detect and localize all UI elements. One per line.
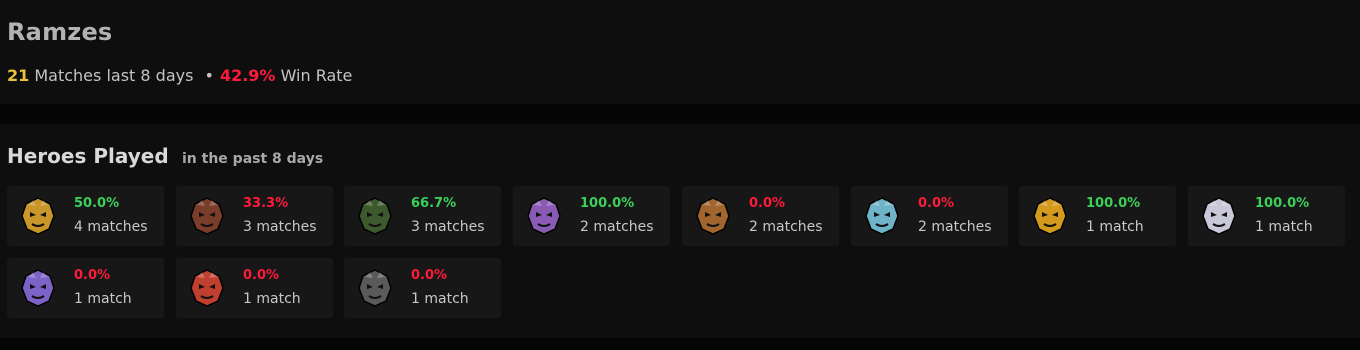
hero-match-count: 4 matches	[74, 219, 148, 235]
hero-card[interactable]: 0.0% 1 match	[176, 258, 333, 318]
hero-match-count: 3 matches	[243, 219, 317, 235]
hero-match-count: 2 matches	[580, 219, 654, 235]
win-rate-value: 42.9%	[219, 66, 276, 85]
hero-card[interactable]: 66.7% 3 matches	[344, 186, 501, 246]
hero-match-count: 1 match	[1086, 219, 1144, 235]
heroes-played-title: Heroes Played	[7, 144, 169, 168]
hero-portrait-bear-icon	[188, 196, 226, 236]
hero-card[interactable]: 0.0% 1 match	[344, 258, 501, 318]
section-divider	[0, 104, 1360, 124]
hero-match-count: 1 match	[74, 291, 132, 307]
player-summary: 21 Matches last 8 days • 42.9% Win Rate	[7, 66, 352, 85]
hero-win-rate: 100.0%	[580, 196, 635, 211]
bottom-divider	[0, 338, 1360, 350]
hero-portrait-purple-horned-icon	[19, 268, 57, 308]
heroes-played-subtitle: in the past 8 days	[182, 151, 324, 167]
hero-portrait-green-horned-icon	[356, 196, 394, 236]
hero-portrait-ice-blue-icon	[863, 196, 901, 236]
player-name[interactable]: Ramzes	[7, 18, 112, 46]
hero-portrait-silver-mask-icon	[1200, 196, 1238, 236]
hero-match-count: 2 matches	[918, 219, 992, 235]
hero-match-count: 2 matches	[749, 219, 823, 235]
hero-card[interactable]: 0.0% 2 matches	[851, 186, 1008, 246]
matches-label: Matches last 8 days	[34, 66, 194, 85]
hero-card[interactable]: 100.0% 1 match	[1188, 186, 1345, 246]
hero-win-rate: 0.0%	[918, 196, 955, 211]
hero-win-rate: 0.0%	[749, 196, 786, 211]
hero-card[interactable]: 0.0% 1 match	[7, 258, 164, 318]
hero-portrait-dark-armored-icon	[356, 268, 394, 308]
hero-match-count: 3 matches	[411, 219, 485, 235]
hero-win-rate: 0.0%	[243, 268, 280, 283]
hero-portrait-gold-spiky-icon	[19, 196, 57, 236]
win-rate-label: Win Rate	[280, 66, 353, 85]
hero-portrait-orange-brute-icon	[1031, 196, 1069, 236]
hero-portrait-goggles-icon	[694, 196, 732, 236]
hero-card[interactable]: 50.0% 4 matches	[7, 186, 164, 246]
hero-card[interactable]: 100.0% 1 match	[1019, 186, 1176, 246]
hero-match-count: 1 match	[243, 291, 301, 307]
hero-card[interactable]: 33.3% 3 matches	[176, 186, 333, 246]
summary-separator: •	[204, 66, 214, 85]
hero-win-rate: 33.3%	[243, 196, 289, 211]
hero-win-rate: 0.0%	[411, 268, 448, 283]
hero-match-count: 1 match	[1255, 219, 1313, 235]
hero-win-rate: 100.0%	[1086, 196, 1141, 211]
hero-win-rate: 50.0%	[74, 196, 120, 211]
hero-win-rate: 66.7%	[411, 196, 457, 211]
hero-portrait-red-monkey-icon	[188, 268, 226, 308]
hero-portrait-purple-crown-icon	[525, 196, 563, 236]
hero-card[interactable]: 0.0% 2 matches	[682, 186, 839, 246]
hero-win-rate: 0.0%	[74, 268, 111, 283]
hero-win-rate: 100.0%	[1255, 196, 1310, 211]
heroes-played-panel: Heroes Played in the past 8 days 50.0% 4 …	[0, 124, 1360, 338]
match-count: 21	[7, 66, 30, 85]
hero-match-count: 1 match	[411, 291, 469, 307]
player-header: Ramzes 21 Matches last 8 days • 42.9% Win…	[0, 0, 1360, 104]
hero-card[interactable]: 100.0% 2 matches	[513, 186, 670, 246]
